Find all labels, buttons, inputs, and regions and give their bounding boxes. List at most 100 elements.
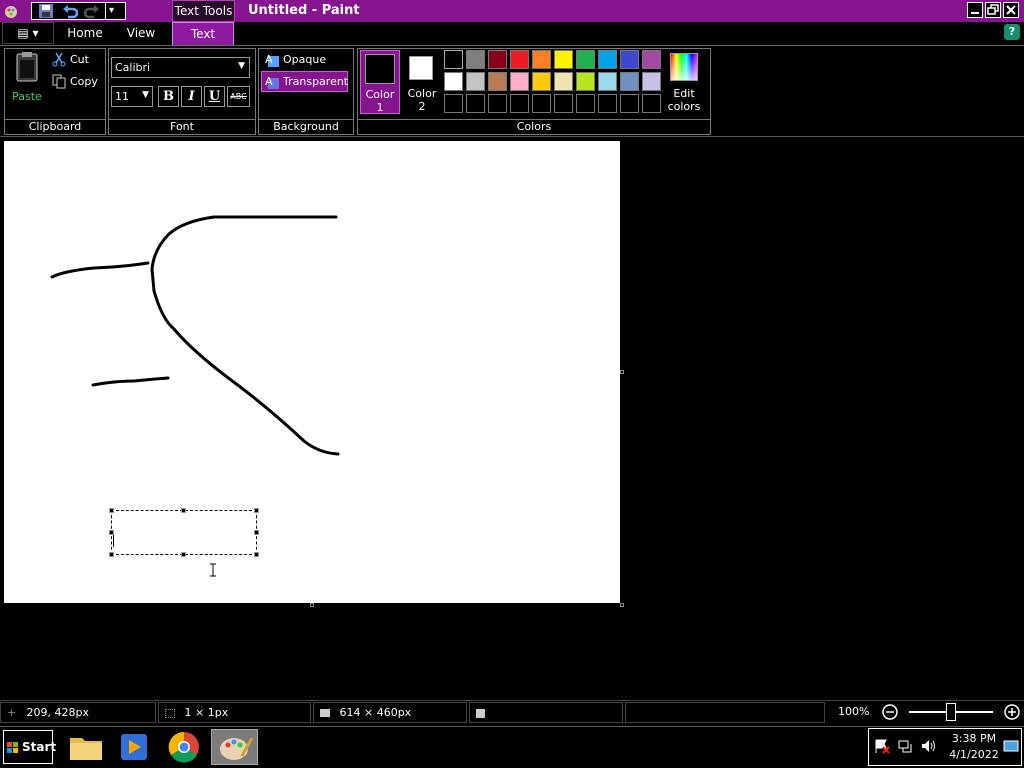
resize-handle[interactable] (254, 530, 259, 535)
palette-swatch[interactable] (598, 50, 617, 69)
transparent-button[interactable]: A Transparent (261, 71, 348, 92)
tab-home[interactable]: Home (62, 22, 108, 45)
bold-button[interactable]: B (158, 86, 179, 107)
custom-color-slot[interactable] (510, 94, 529, 113)
edit-colors-button[interactable]: Edit colors (666, 50, 706, 114)
custom-color-slot[interactable] (554, 94, 573, 113)
show-desktop-icon[interactable] (1003, 738, 1019, 754)
palette-swatch[interactable] (466, 50, 485, 69)
stroke-lower-line (91, 376, 170, 387)
custom-color-slot[interactable] (488, 94, 507, 113)
resize-handle[interactable] (181, 552, 186, 557)
palette-swatch[interactable] (554, 72, 573, 91)
customize-quick-access-icon[interactable]: ▾ (105, 3, 117, 19)
close-button[interactable] (1003, 2, 1019, 18)
zoom-slider-thumb[interactable] (946, 703, 956, 721)
chevron-down-icon: ▼ (142, 90, 149, 100)
text-tools-context-tab: Text Tools (172, 0, 235, 22)
taskbar-file-explorer[interactable] (64, 729, 108, 765)
start-button[interactable]: Start (3, 730, 56, 764)
palette-swatch[interactable] (510, 72, 529, 91)
palette-swatch[interactable] (576, 72, 595, 91)
underline-button[interactable]: U (204, 86, 225, 107)
copy-button[interactable]: Copy (52, 74, 102, 91)
italic-button[interactable]: I (181, 86, 202, 107)
redo-icon[interactable] (83, 3, 100, 19)
file-menu-button[interactable]: ▤ ▾ (2, 22, 54, 44)
canvas-resize-handle-bottom[interactable] (310, 603, 314, 607)
transparent-label: Transparent (283, 75, 349, 88)
resize-handle[interactable] (181, 508, 186, 513)
resize-handle[interactable] (254, 508, 259, 513)
resize-handle[interactable] (109, 508, 114, 513)
palette-swatch[interactable] (488, 50, 507, 69)
clock-date[interactable]: 4/1/2022 (946, 748, 1002, 761)
canvas-resize-handle-right[interactable] (620, 370, 624, 374)
font-group-label: Font (109, 119, 255, 134)
image-size-cell: 614 × 460px (313, 702, 467, 723)
custom-color-slot[interactable] (532, 94, 551, 113)
taskbar-media-player[interactable] (112, 729, 156, 765)
strikethrough-button[interactable]: ABC (227, 86, 250, 107)
tab-view[interactable]: View (118, 22, 164, 45)
volume-icon[interactable] (920, 738, 936, 754)
custom-color-slot[interactable] (466, 94, 485, 113)
palette-swatch[interactable] (466, 72, 485, 91)
paint-app-icon[interactable] (2, 2, 20, 20)
palette-swatch[interactable] (598, 72, 617, 91)
palette-swatch[interactable] (444, 50, 463, 69)
undo-icon[interactable] (62, 3, 79, 19)
zoom-out-button[interactable] (881, 703, 899, 721)
palette-swatch[interactable] (554, 50, 573, 69)
custom-color-slot[interactable] (620, 94, 639, 113)
text-box-selection[interactable] (111, 510, 257, 555)
resize-handle[interactable] (109, 530, 114, 535)
cursor-position-cell: + 209, 428px (0, 702, 156, 723)
palette-swatch[interactable] (444, 72, 463, 91)
color-1-label: Color (365, 88, 395, 101)
network-icon[interactable] (897, 738, 913, 754)
color-1-button[interactable]: Color 1 (360, 50, 400, 114)
taskbar-chrome[interactable] (162, 729, 206, 765)
svg-text:A: A (265, 53, 273, 66)
edit-colors-label-2: colors (667, 100, 701, 113)
zoom-in-button[interactable] (1003, 703, 1021, 721)
minimize-button[interactable] (967, 2, 983, 18)
paste-button[interactable]: Paste (8, 50, 46, 104)
chrome-icon (168, 731, 199, 763)
help-icon[interactable]: ? (1004, 24, 1020, 40)
custom-color-slot[interactable] (598, 94, 617, 113)
canvas-resize-handle-corner[interactable] (620, 603, 624, 607)
action-center-flag-icon[interactable] (874, 738, 890, 754)
resize-handle[interactable] (109, 552, 114, 557)
scissors-icon (52, 52, 66, 67)
palette-swatch[interactable] (532, 50, 551, 69)
restore-button[interactable] (985, 2, 1001, 18)
palette-swatch[interactable] (620, 50, 639, 69)
palette-swatch[interactable] (642, 72, 661, 91)
font-size-dropdown[interactable]: 11 ▼ (111, 86, 153, 107)
palette-swatch[interactable] (576, 50, 595, 69)
custom-color-slot[interactable] (576, 94, 595, 113)
palette-swatch[interactable] (642, 50, 661, 69)
opaque-button[interactable]: A Opaque (262, 51, 350, 69)
custom-color-slot[interactable] (642, 94, 661, 113)
color-2-button[interactable]: Color 2 (403, 50, 441, 114)
taskbar-paint[interactable] (211, 729, 258, 765)
clock-time[interactable]: 3:38 PM (946, 732, 1002, 745)
custom-color-slot[interactable] (444, 94, 463, 113)
palette-swatch[interactable] (532, 72, 551, 91)
save-icon[interactable] (38, 3, 54, 19)
zoom-slider[interactable] (909, 703, 993, 721)
stroke-upper-line (50, 261, 150, 279)
clipboard-paste-icon (16, 52, 38, 82)
palette-swatch[interactable] (488, 72, 507, 91)
drawing-canvas[interactable] (4, 141, 620, 603)
tab-text[interactable]: Text (172, 22, 234, 45)
palette-swatch[interactable] (510, 50, 529, 69)
font-family-dropdown[interactable]: Calibri ▼ (111, 57, 250, 78)
resize-handle[interactable] (254, 552, 259, 557)
palette-swatch[interactable] (620, 72, 639, 91)
cut-button[interactable]: Cut (52, 52, 102, 69)
color-2-label: Color (407, 87, 437, 100)
